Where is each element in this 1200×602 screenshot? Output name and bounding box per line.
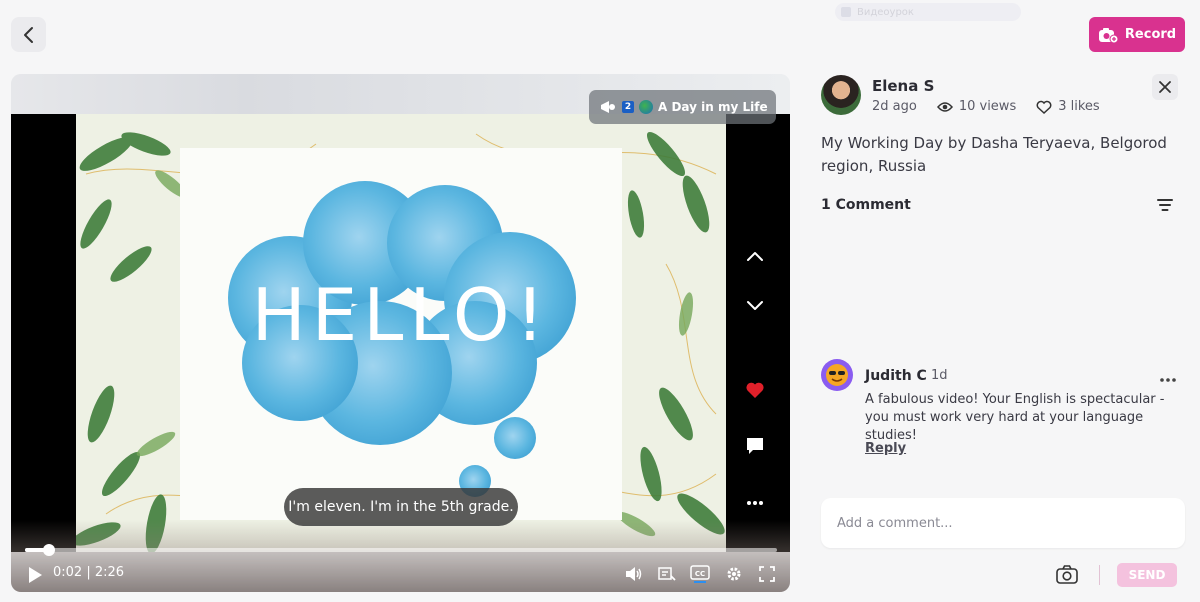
eye-icon bbox=[936, 101, 953, 112]
post-description: My Working Day by Dasha Teryaeva, Belgor… bbox=[821, 134, 1167, 175]
comment-author[interactable]: Judith C bbox=[865, 368, 927, 384]
megaphone-icon bbox=[601, 101, 615, 113]
collection-tag[interactable]: 2 A Day in my Life bbox=[589, 90, 776, 124]
title-card: HELLO! bbox=[180, 148, 622, 520]
play-icon bbox=[29, 567, 42, 583]
chevron-down-icon bbox=[747, 301, 763, 310]
tag-number: 2 bbox=[622, 101, 634, 113]
comment-icon bbox=[747, 438, 763, 454]
camera-icon bbox=[1056, 565, 1078, 584]
comment-text: A fabulous video! Your English is specta… bbox=[865, 392, 1165, 443]
like-button[interactable] bbox=[741, 376, 769, 404]
close-icon bbox=[1159, 81, 1171, 93]
comment-more-button[interactable] bbox=[1159, 368, 1177, 387]
transcript-icon bbox=[658, 567, 676, 581]
attach-photo-button[interactable] bbox=[1056, 564, 1078, 588]
hello-text: HELLO! bbox=[252, 273, 551, 357]
cc-icon: CC bbox=[690, 565, 710, 583]
video-post-page: Видеоурок Record HELLO! 2 A Day in my Li… bbox=[0, 0, 1200, 602]
fullscreen-icon bbox=[759, 566, 775, 582]
record-button[interactable]: Record bbox=[1089, 17, 1185, 52]
comment-button[interactable] bbox=[741, 432, 769, 460]
letterbox-left bbox=[11, 114, 76, 552]
previous-video-button[interactable] bbox=[741, 242, 769, 270]
pill-text: Видеоурок bbox=[857, 6, 914, 18]
player-controls: 0:02 | 2:26 CC bbox=[11, 560, 790, 588]
author-avatar[interactable] bbox=[821, 75, 861, 115]
progress-bar[interactable] bbox=[25, 544, 777, 556]
settings-button[interactable] bbox=[724, 564, 744, 584]
chevron-up-icon bbox=[747, 252, 763, 261]
heart-outline-icon bbox=[1036, 100, 1052, 114]
heart-icon bbox=[746, 382, 764, 398]
comment-input[interactable] bbox=[821, 498, 1185, 548]
composer-divider bbox=[1099, 565, 1100, 585]
back-button[interactable] bbox=[11, 17, 46, 52]
view-count: 10 views bbox=[958, 99, 1017, 114]
transcript-button[interactable] bbox=[657, 564, 677, 584]
gear-icon bbox=[727, 567, 741, 581]
more-icon bbox=[1160, 378, 1176, 382]
volume-icon bbox=[626, 567, 642, 581]
more-options-button[interactable] bbox=[741, 489, 769, 517]
close-button[interactable] bbox=[1152, 74, 1178, 100]
video-player[interactable]: HELLO! 2 A Day in my Life I'm eleven. I'… bbox=[11, 74, 790, 592]
commenter-avatar[interactable] bbox=[821, 359, 853, 391]
sunglasses-emoji-icon bbox=[826, 364, 848, 386]
time-display: 0:02 | 2:26 bbox=[53, 565, 125, 580]
sort-icon bbox=[1157, 199, 1173, 211]
more-icon bbox=[747, 501, 763, 505]
cloud-illustration: HELLO! bbox=[228, 181, 576, 497]
tag-title: A Day in my Life bbox=[658, 100, 768, 114]
send-button[interactable]: SEND bbox=[1117, 563, 1177, 587]
letterbox-right bbox=[726, 114, 790, 552]
captions-button[interactable]: CC bbox=[690, 564, 710, 584]
chevron-left-icon bbox=[23, 26, 33, 43]
video-frame: HELLO! bbox=[76, 114, 726, 552]
top-pill[interactable]: Видеоурок bbox=[835, 3, 1021, 21]
fullscreen-button[interactable] bbox=[757, 564, 777, 584]
camera-plus-icon bbox=[1098, 27, 1118, 43]
comment-time: 1d bbox=[931, 368, 948, 383]
pill-icon bbox=[841, 7, 851, 17]
volume-button[interactable] bbox=[624, 564, 644, 584]
like-count: 3 likes bbox=[1058, 99, 1100, 114]
svg-text:CC: CC bbox=[695, 570, 705, 578]
play-button[interactable] bbox=[27, 566, 43, 588]
post-time: 2d ago bbox=[872, 99, 917, 114]
sort-comments-button[interactable] bbox=[1157, 197, 1173, 216]
comment-composer bbox=[821, 498, 1185, 548]
post-meta: 2d ago 10 views 3 likes bbox=[872, 99, 1100, 114]
globe-icon bbox=[639, 100, 653, 114]
next-video-button[interactable] bbox=[741, 292, 769, 320]
record-label: Record bbox=[1124, 27, 1177, 42]
subtitle-caption: I'm eleven. I'm in the 5th grade. bbox=[284, 488, 518, 526]
reply-button[interactable]: Reply bbox=[865, 441, 906, 456]
comments-heading: 1 Comment bbox=[821, 197, 911, 213]
author-name[interactable]: Elena S bbox=[872, 77, 934, 95]
progress-handle[interactable] bbox=[43, 544, 55, 556]
